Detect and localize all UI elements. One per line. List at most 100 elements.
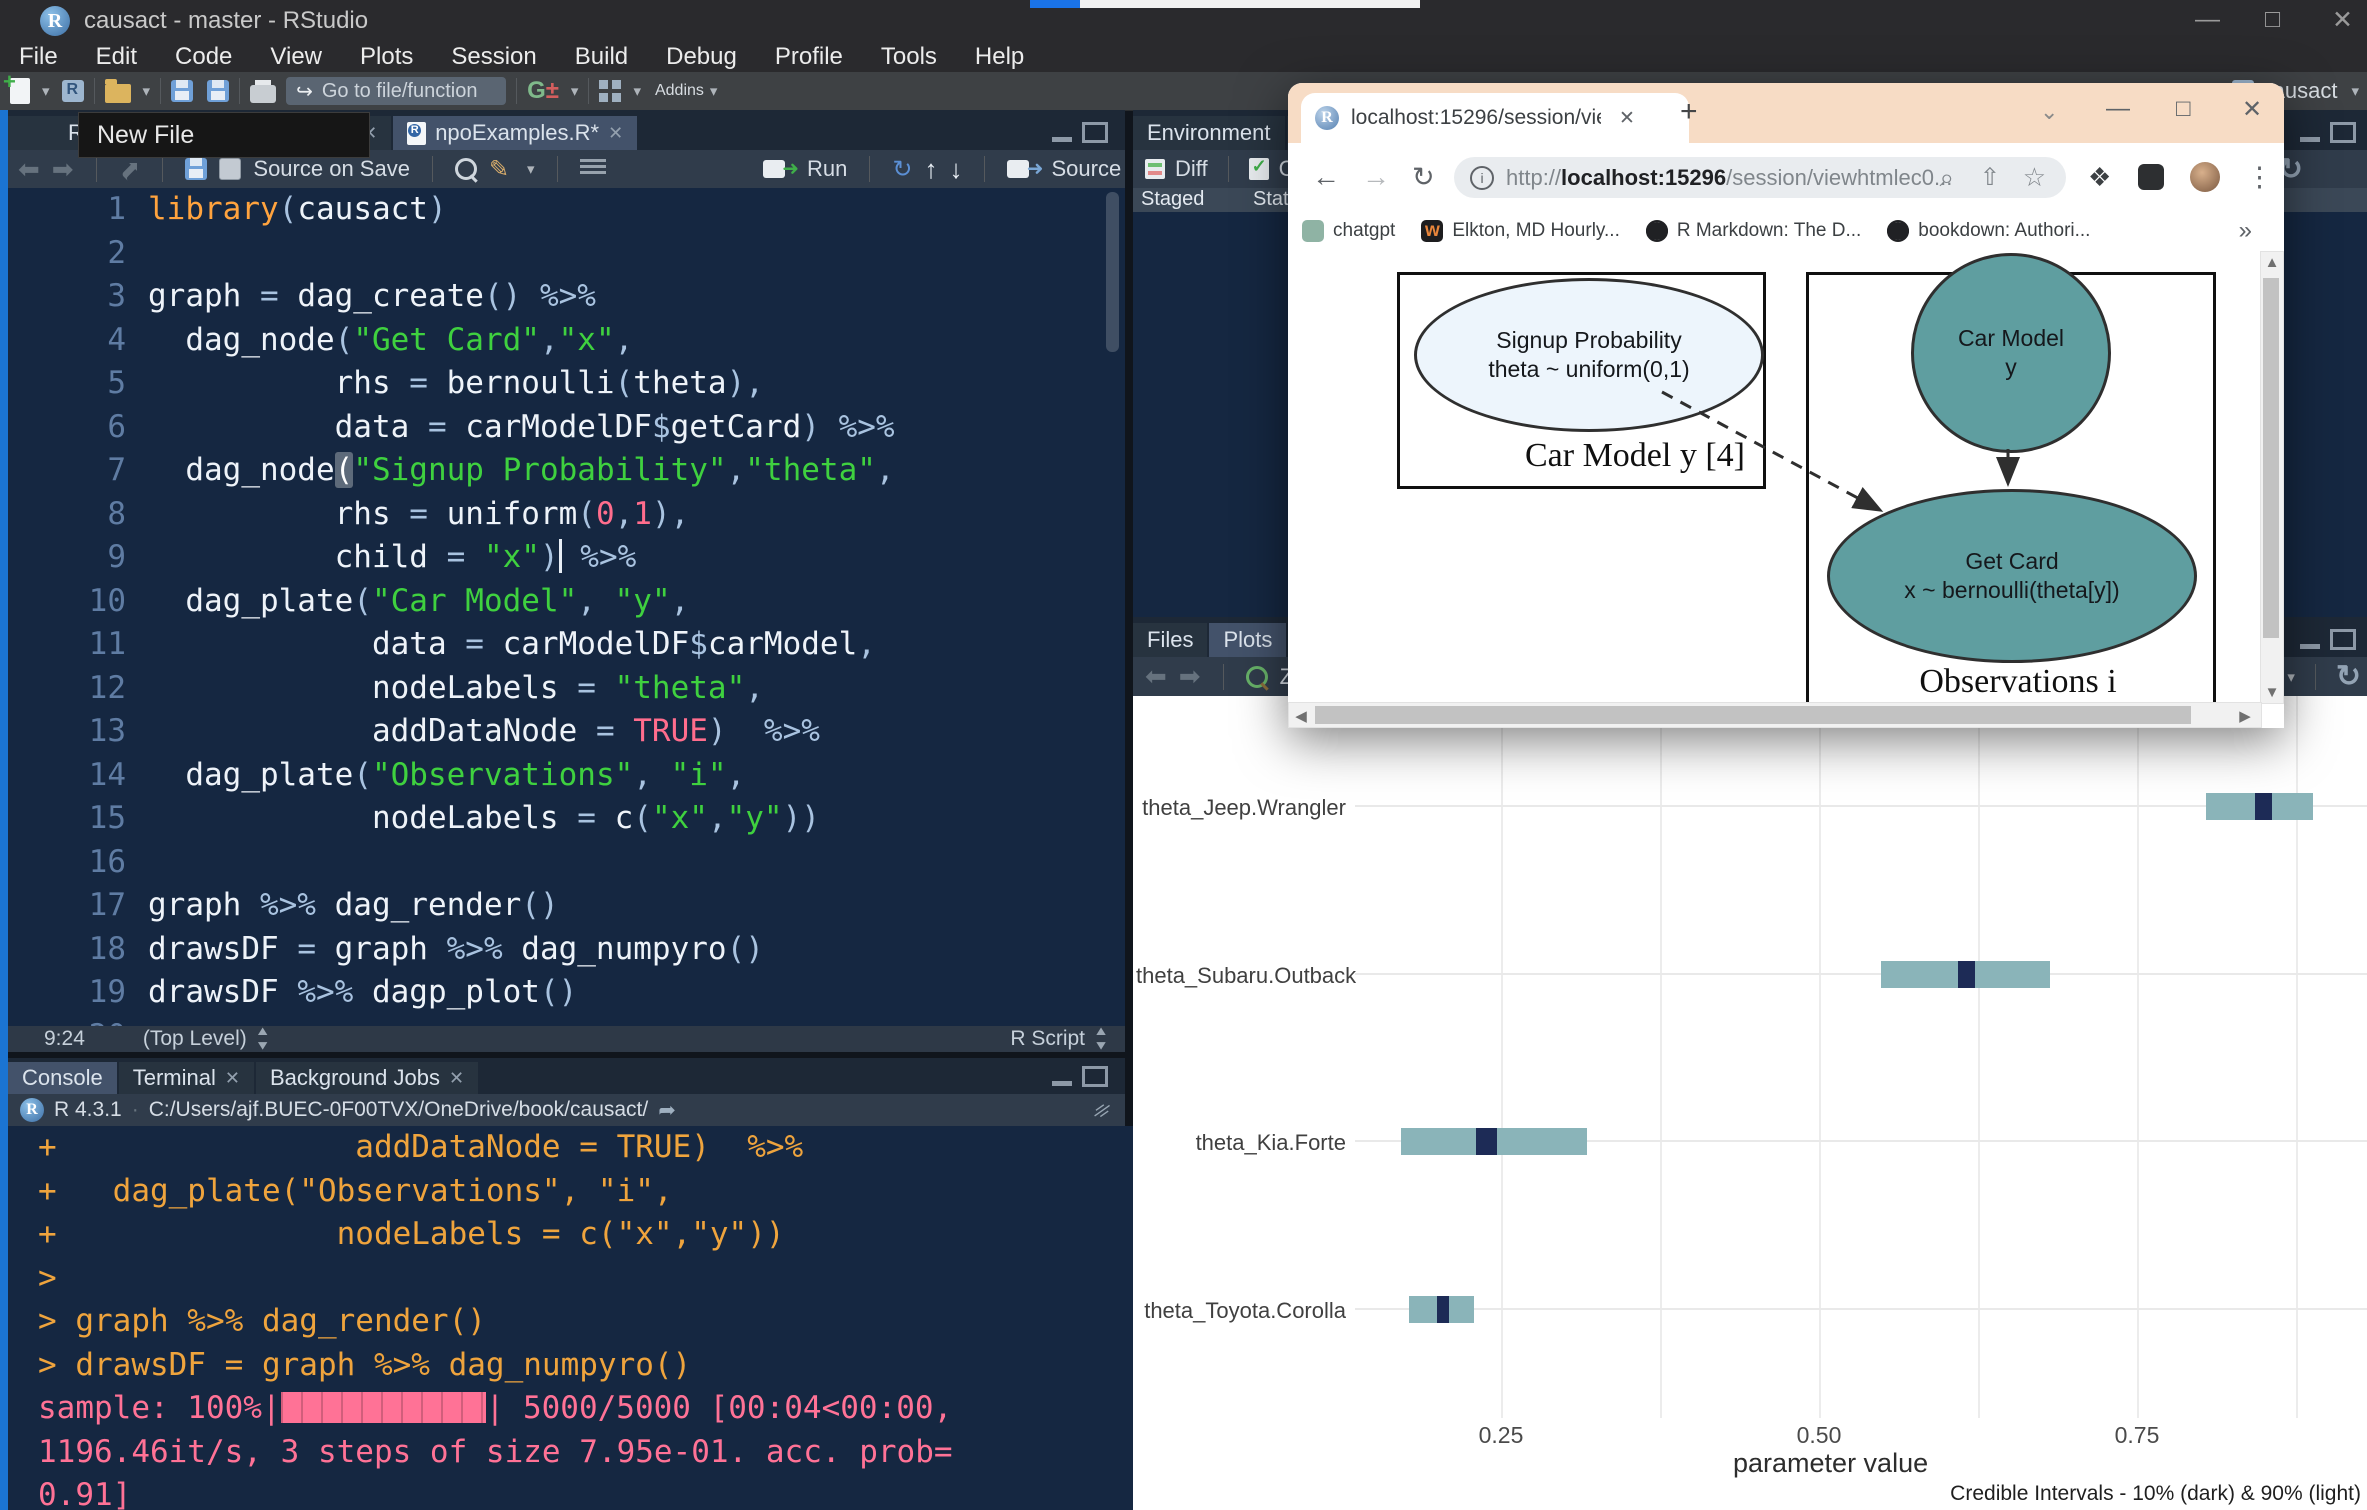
horizontal-scrollbar[interactable]: ◀ ▶ bbox=[1288, 702, 2262, 728]
bookmark-item[interactable]: bookdown: Authori... bbox=[1887, 220, 2090, 242]
run-icon[interactable] bbox=[763, 160, 785, 178]
source-on-save-checkbox[interactable] bbox=[219, 158, 241, 180]
close-button[interactable]: ✕ bbox=[2332, 5, 2353, 35]
browser-menu-icon[interactable]: ⋮ bbox=[2246, 162, 2273, 193]
panes-layout-button[interactable]: ▾ bbox=[599, 80, 641, 102]
scrollbar-thumb[interactable] bbox=[2263, 278, 2279, 638]
minimize-pane-icon[interactable] bbox=[2300, 124, 2320, 142]
profile-avatar[interactable] bbox=[2190, 162, 2220, 192]
bookmark-item[interactable]: wElkton, MD Hourly... bbox=[1421, 220, 1620, 242]
bookmark-item[interactable]: chatgpt bbox=[1302, 220, 1395, 242]
zoom-page-icon[interactable]: ⌕ bbox=[1939, 162, 1954, 194]
site-info-icon[interactable]: i bbox=[1470, 166, 1494, 190]
browser-reload-icon[interactable]: ↻ bbox=[1412, 162, 1435, 193]
back-icon[interactable]: ⬅ bbox=[18, 154, 40, 185]
forward-icon[interactable]: ➡ bbox=[52, 154, 74, 185]
browser-maximize-icon[interactable]: □ bbox=[2176, 95, 2191, 123]
bookmark-item[interactable]: R Markdown: The D... bbox=[1646, 220, 1861, 242]
bookmark-star-icon[interactable]: ☆ bbox=[2023, 162, 2046, 193]
menu-item-tools[interactable]: Tools bbox=[862, 43, 956, 71]
magic-wand-icon[interactable]: ✎ bbox=[489, 155, 509, 184]
new-tab-icon[interactable]: + bbox=[1680, 95, 1698, 129]
editor-tab-npoexamples[interactable]: npoExamples.R*✕ bbox=[393, 116, 637, 150]
goto-file-search[interactable]: ↪ Go to file/function bbox=[286, 77, 506, 105]
pane-minmax[interactable] bbox=[1052, 1066, 1108, 1087]
browser-back-icon[interactable]: ← bbox=[1312, 161, 1340, 193]
minimize-pane-icon[interactable] bbox=[1052, 124, 1072, 142]
code-editor[interactable]: 1library(causact)23graph = dag_create() … bbox=[8, 188, 1125, 1026]
open-file-button[interactable]: ▾ bbox=[105, 80, 151, 103]
bookmarks-overflow-icon[interactable]: » bbox=[2239, 217, 2252, 245]
browser-forward-icon[interactable]: → bbox=[1362, 161, 1390, 193]
menu-item-view[interactable]: View bbox=[251, 43, 341, 71]
open-folder-arrow-icon[interactable]: ➦ bbox=[658, 1098, 676, 1123]
editor-scrollbar[interactable] bbox=[1106, 192, 1119, 352]
maximize-button[interactable]: □ bbox=[2265, 5, 2280, 34]
pane-minmax[interactable] bbox=[2300, 629, 2356, 650]
scroll-left-icon[interactable]: ◀ bbox=[1293, 707, 1309, 725]
menu-item-build[interactable]: Build bbox=[556, 43, 647, 71]
tab-terminal[interactable]: Terminal✕ bbox=[119, 1062, 254, 1094]
version-control-button[interactable]: G±▾ bbox=[527, 77, 578, 105]
minimize-button[interactable]: — bbox=[2195, 5, 2220, 34]
menu-item-session[interactable]: Session bbox=[432, 43, 555, 71]
browser-minimize-icon[interactable]: — bbox=[2106, 95, 2130, 123]
new-project-button[interactable] bbox=[62, 80, 84, 102]
share-icon[interactable]: ⇧ bbox=[1980, 163, 2000, 192]
previous-plot-icon[interactable]: ⬅ bbox=[1145, 661, 1167, 692]
pane-minmax[interactable] bbox=[2300, 122, 2356, 143]
browser-tab[interactable]: R localhost:15296/session/viewhtm ✕ bbox=[1301, 93, 1689, 143]
save-file-icon[interactable] bbox=[185, 158, 207, 180]
menu-item-help[interactable]: Help bbox=[956, 43, 1043, 71]
refresh-plot-icon[interactable]: ↻ bbox=[2336, 659, 2361, 694]
clear-console-icon[interactable]: ⌯ bbox=[1086, 1093, 1118, 1127]
extensions-puzzle-icon[interactable]: ❖ bbox=[2088, 162, 2111, 193]
console-output[interactable]: + addDataNode = TRUE) %>%+ dag_plate("Ob… bbox=[8, 1126, 1145, 1510]
minimize-pane-icon[interactable] bbox=[2300, 631, 2320, 649]
scope-indicator[interactable]: (Top Level) bbox=[143, 1027, 247, 1051]
tab-files[interactable]: Files bbox=[1133, 623, 1207, 657]
extension-icon[interactable] bbox=[2138, 164, 2164, 190]
vertical-scrollbar[interactable]: ▲ ▼ bbox=[2260, 251, 2284, 704]
find-icon[interactable] bbox=[455, 158, 477, 180]
close-tab-icon[interactable]: ✕ bbox=[608, 123, 623, 144]
save-all-button[interactable] bbox=[207, 80, 229, 102]
tab-search-chevron-icon[interactable]: ⌄ bbox=[2040, 99, 2058, 125]
close-tab-icon[interactable]: ✕ bbox=[225, 1068, 240, 1089]
menu-item-debug[interactable]: Debug bbox=[647, 43, 756, 71]
tab-plots[interactable]: Plots bbox=[1209, 623, 1286, 657]
scrollbar-thumb[interactable] bbox=[1315, 706, 2191, 724]
tab-background-jobs[interactable]: Background Jobs✕ bbox=[256, 1062, 478, 1094]
save-button[interactable] bbox=[171, 80, 193, 102]
doc-type[interactable]: R Script bbox=[1010, 1027, 1085, 1051]
scroll-up-icon[interactable]: ▲ bbox=[2261, 254, 2283, 271]
next-plot-icon[interactable]: ➡ bbox=[1179, 661, 1201, 692]
addins-menu[interactable]: Addins▾ bbox=[655, 82, 717, 100]
scroll-down-icon[interactable]: ▼ bbox=[2261, 684, 2283, 701]
run-down-icon[interactable]: ↓ bbox=[949, 154, 962, 185]
menu-item-file[interactable]: File bbox=[0, 43, 77, 71]
run-button[interactable]: Run bbox=[807, 156, 847, 182]
scroll-right-icon[interactable]: ▶ bbox=[2237, 707, 2253, 725]
maximize-pane-icon[interactable] bbox=[2330, 122, 2356, 143]
tab-environment[interactable]: Environment bbox=[1133, 116, 1285, 150]
maximize-pane-icon[interactable] bbox=[1082, 122, 1108, 143]
maximize-pane-icon[interactable] bbox=[2330, 629, 2356, 650]
new-file-button[interactable]: ▾ bbox=[10, 78, 50, 104]
menu-item-profile[interactable]: Profile bbox=[756, 43, 862, 71]
dag-node-y[interactable]: Car Model y bbox=[1911, 253, 2111, 453]
run-up-icon[interactable]: ↑ bbox=[924, 154, 937, 185]
col-staged[interactable]: Staged bbox=[1141, 188, 1231, 212]
compile-notebook-icon[interactable] bbox=[580, 159, 606, 179]
print-button[interactable] bbox=[250, 80, 276, 103]
menu-item-edit[interactable]: Edit bbox=[77, 43, 156, 71]
source-button[interactable]: Source bbox=[1051, 156, 1121, 182]
menu-item-plots[interactable]: Plots bbox=[341, 43, 432, 71]
address-bar[interactable]: i http://localhost:15296/session/viewhtm… bbox=[1454, 157, 2066, 198]
minimize-pane-icon[interactable] bbox=[1052, 1068, 1072, 1086]
tab-console[interactable]: Console bbox=[8, 1062, 117, 1094]
dag-node-x[interactable]: Get Card x ~ bernoulli(theta[y]) bbox=[1827, 489, 2197, 663]
pane-minmax[interactable] bbox=[1052, 122, 1108, 143]
menu-item-code[interactable]: Code bbox=[156, 43, 251, 71]
source-icon[interactable] bbox=[1007, 160, 1029, 178]
